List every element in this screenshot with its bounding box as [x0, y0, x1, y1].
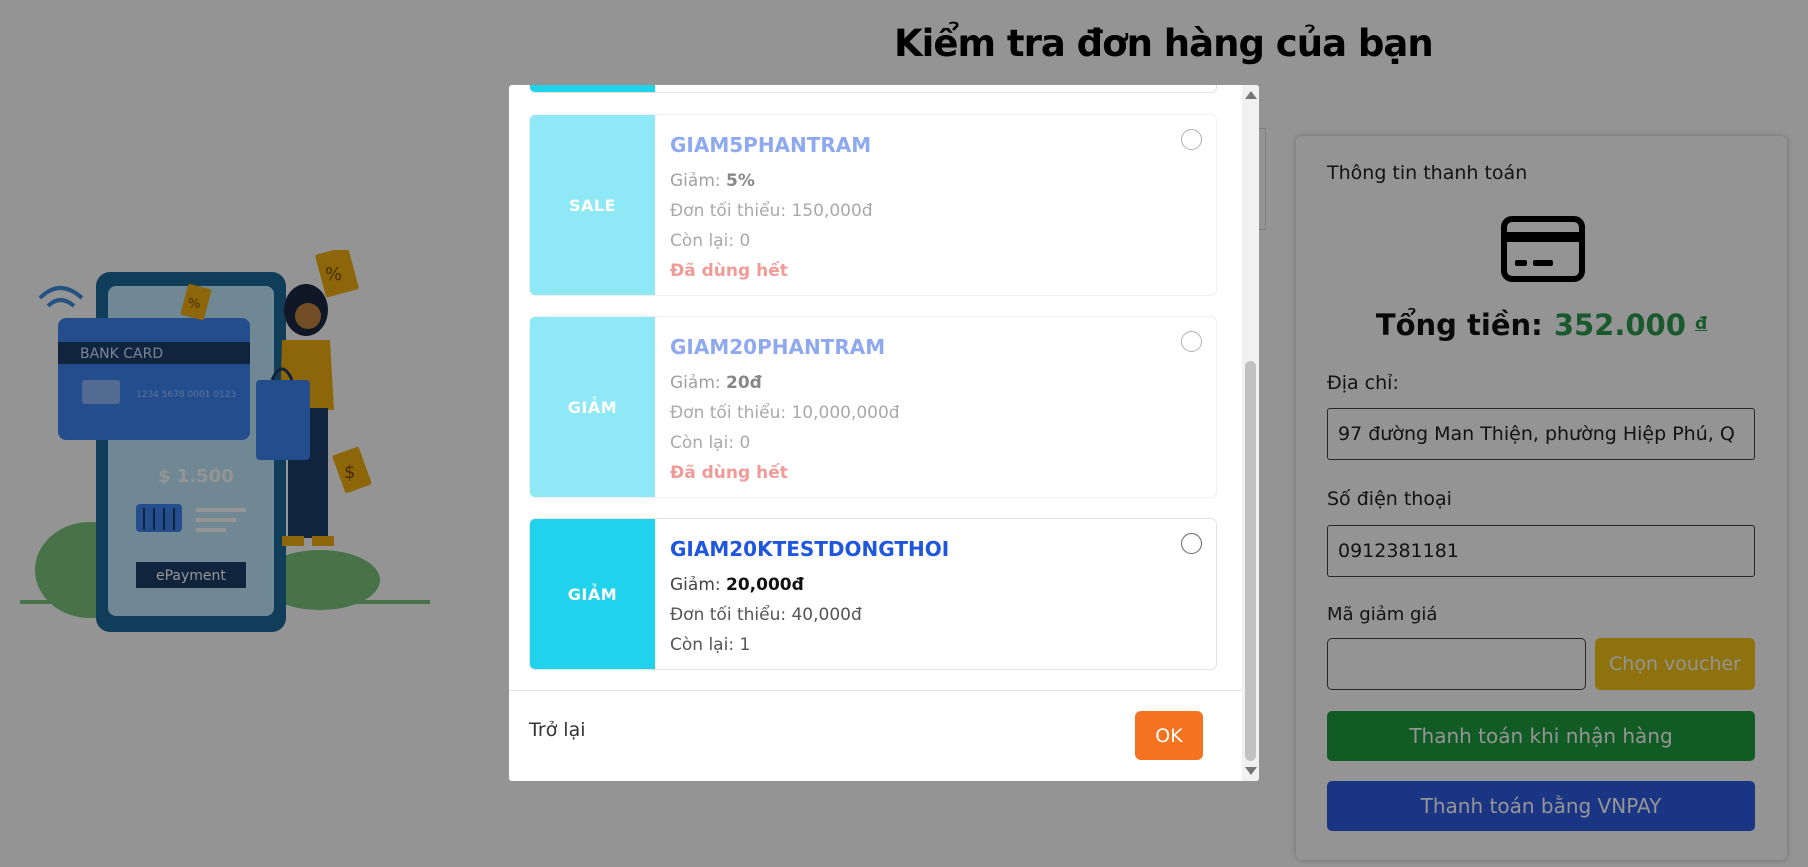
voucher-badge: GIẢM — [567, 584, 618, 604]
ok-button[interactable]: OK — [1135, 711, 1203, 760]
voucher-band: GIẢM — [530, 317, 655, 497]
voucher-details: GIAM20PHANTRAM Giảm: 20đ Đơn tối thiểu: … — [670, 335, 1166, 488]
voucher-code: GIAM5PHANTRAM — [670, 133, 872, 157]
modal-scrollbar[interactable] — [1242, 85, 1259, 781]
voucher-code: GIAM20PHANTRAM — [670, 335, 886, 359]
used-up-status: Đã dùng hết — [670, 261, 788, 281]
voucher-radio[interactable] — [1181, 533, 1202, 554]
back-link[interactable]: Trở lại — [529, 719, 586, 741]
scroll-up-icon[interactable] — [1245, 91, 1257, 99]
discount-value: 5% — [726, 171, 755, 191]
discount-label: Giảm: — [670, 575, 721, 595]
voucher-code: GIAM20KTESTDONGTHOI — [670, 537, 950, 561]
remaining-count: Còn lại: 1 — [670, 635, 751, 655]
voucher-band: SALE — [530, 115, 655, 295]
discount-value: 20,000đ — [726, 575, 804, 595]
voucher-badge: GIẢM — [567, 397, 618, 417]
remaining-count: Còn lại: 0 — [670, 231, 751, 251]
voucher-radio[interactable] — [1181, 331, 1202, 352]
voucher-card[interactable]: GIẢM GIAM20KTESTDONGTHOI Giảm: 20,000đ Đ… — [529, 518, 1217, 670]
voucher-radio[interactable] — [1181, 129, 1202, 150]
voucher-band: GIẢM — [530, 519, 655, 669]
discount-value: 20đ — [726, 373, 762, 393]
voucher-list: SALE GIAM5PHANTRAM Giảm: 5% Đơn tối thiể… — [509, 85, 1242, 690]
scrollbar-thumb[interactable] — [1245, 361, 1256, 761]
discount-label: Giảm: — [670, 373, 721, 393]
voucher-card[interactable]: GIẢM GIAM20PHANTRAM Giảm: 20đ Đơn tối th… — [529, 316, 1217, 498]
min-order: Đơn tối thiểu: 150,000đ — [670, 201, 873, 221]
voucher-details: GIAM20KTESTDONGTHOI Giảm: 20,000đ Đơn tố… — [670, 537, 1166, 660]
min-order: Đơn tối thiểu: 40,000đ — [670, 605, 862, 625]
discount-label: Giảm: — [670, 171, 721, 191]
min-order: Đơn tối thiểu: 10,000,000đ — [670, 403, 900, 423]
scroll-down-icon[interactable] — [1245, 767, 1257, 775]
modal-footer: Trở lại OK — [509, 690, 1242, 781]
voucher-card[interactable]: SALE GIAM5PHANTRAM Giảm: 5% Đơn tối thiể… — [529, 114, 1217, 296]
voucher-badge: SALE — [568, 195, 617, 215]
remaining-count: Còn lại: 0 — [670, 433, 751, 453]
voucher-modal: SALE GIAM5PHANTRAM Giảm: 5% Đơn tối thiể… — [509, 85, 1259, 781]
voucher-card-partial — [529, 85, 1217, 93]
used-up-status: Đã dùng hết — [670, 463, 788, 483]
voucher-details: GIAM5PHANTRAM Giảm: 5% Đơn tối thiểu: 15… — [670, 133, 1166, 286]
